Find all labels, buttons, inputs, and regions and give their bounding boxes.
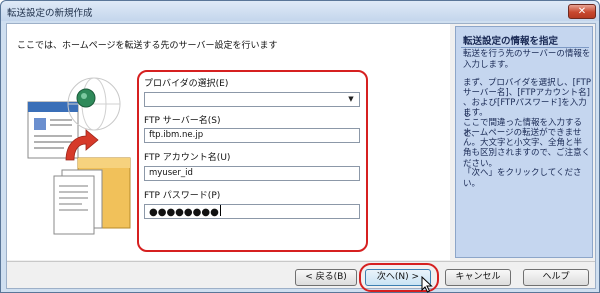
main-panel: ここでは、ホームページを転送する先のサーバー設定を行います プロバイダの選択(E… xyxy=(7,24,450,260)
intro-text: ここでは、ホームページを転送する先のサーバー設定を行います xyxy=(17,41,278,51)
help-para2-line-7: ん。大文字と小文字、全角と半 xyxy=(463,138,583,148)
password-label: FTP パスワード(P) xyxy=(144,191,221,201)
title-bar[interactable]: 転送設定の新規作成 ✕ xyxy=(1,1,599,21)
help-para2-line-4: ます。 xyxy=(463,108,488,118)
mouse-pointer-icon xyxy=(421,276,433,293)
account-label: FTP アカウント名(U) xyxy=(144,153,231,163)
server-input[interactable]: ftp.ibm.ne.jp xyxy=(144,128,360,143)
help-para2-line-1: まず、プロバイダを選択し、[FTP xyxy=(463,78,591,88)
help-para2-line-8: 角も区別されますので、ご注意ください。 xyxy=(463,148,591,169)
server-label: FTP サーバー名(S) xyxy=(144,116,221,126)
window-title: 転送設定の新規作成 xyxy=(7,8,93,19)
help-para2-line-6: ホームページの転送ができませ xyxy=(463,128,582,138)
dialog-window: 転送設定の新規作成 ✕ ここでは、ホームページを転送する先のサーバー設定を行いま… xyxy=(0,0,600,293)
close-button[interactable]: ✕ xyxy=(568,4,596,19)
provider-label: プロバイダの選択(E) xyxy=(144,79,229,89)
help-para3: 「次へ」をクリックしてください。 xyxy=(463,168,582,189)
text-caret xyxy=(219,205,221,216)
help-button[interactable]: ヘルプ xyxy=(523,269,589,286)
cancel-button[interactable]: キャンセル xyxy=(445,269,511,286)
provider-select[interactable]: ▼ xyxy=(144,92,360,107)
help-para2-line-2: サーバー名]、[FTPアカウント名] xyxy=(463,88,590,98)
help-divider xyxy=(461,47,589,48)
dialog-client-area: ここでは、ホームページを転送する先のサーバー設定を行います プロバイダの選択(E… xyxy=(6,23,596,293)
password-masked-value: ●●●●●●●● xyxy=(149,207,219,218)
back-button[interactable]: < 戻る(B) xyxy=(295,269,357,286)
help-line-1: 転送を行う先のサーバーの情報を xyxy=(463,49,591,59)
transfer-illustration xyxy=(27,77,131,235)
account-input[interactable]: myuser_id xyxy=(144,166,360,181)
footer-divider xyxy=(7,261,595,262)
help-line-2: 入力します。 xyxy=(463,60,514,70)
help-title: 転送設定の情報を指定 xyxy=(463,36,559,47)
help-panel: 転送設定の情報を指定 転送を行う先のサーバーの情報を 入力します。 まず、プロバ… xyxy=(455,26,593,258)
chevron-down-icon[interactable]: ▼ xyxy=(345,94,357,105)
password-input[interactable]: ●●●●●●●● xyxy=(144,204,360,219)
